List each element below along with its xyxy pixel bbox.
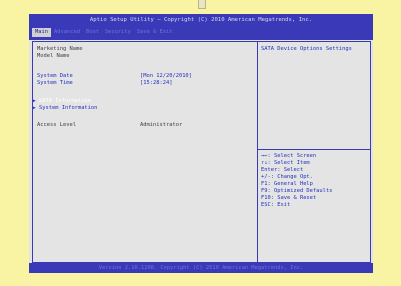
system-date-label: System Date xyxy=(37,73,73,79)
marketing-name-label: Marketing Name xyxy=(37,46,83,52)
help-key-change-opt: +/-: Change Opt. xyxy=(261,174,313,180)
help-key-save-reset: F10: Save & Reset xyxy=(261,195,317,201)
bios-footer: Version 2.10.1208. Copyright (C) 2010 Am… xyxy=(29,263,373,273)
tab-security[interactable]: Security xyxy=(102,28,134,37)
footer-version-text: Version 2.10.1208. Copyright (C) 2010 Am… xyxy=(98,265,304,271)
settings-panel: Marketing Name Model Name System Date [M… xyxy=(32,41,258,263)
help-panel: SATA Device Options Settings →←: Select … xyxy=(257,41,371,263)
access-level-value: Administrator xyxy=(140,122,183,128)
sata-information-item[interactable]: SATA Information xyxy=(39,98,91,105)
help-description: SATA Device Options Settings xyxy=(261,46,352,52)
system-information-item[interactable]: System Information xyxy=(39,105,97,112)
tab-advanced[interactable]: Advanced xyxy=(51,28,83,37)
model-name-label: Model Name xyxy=(37,53,70,59)
content-area: Marketing Name Model Name System Date [M… xyxy=(29,40,373,273)
help-divider xyxy=(258,149,370,150)
help-key-general-help: F1: General Help xyxy=(261,181,313,187)
bios-screen: Aptio Setup Utility – Copyright (C) 2010… xyxy=(29,14,373,273)
system-date-value[interactable]: [Mon 12/20/2010] xyxy=(140,73,192,80)
help-key-exit: ESC: Exit xyxy=(261,202,291,208)
tab-save-exit[interactable]: Save & Exit xyxy=(134,28,176,37)
menu-tabs: Main Advanced Boot Security Save & Exit xyxy=(32,28,176,37)
tab-main[interactable]: Main xyxy=(32,28,51,37)
submenu-arrow-icon: ▶ xyxy=(33,106,36,111)
tab-boot[interactable]: Boot xyxy=(83,28,102,37)
bios-header: Aptio Setup Utility – Copyright (C) 2010… xyxy=(29,14,373,40)
help-key-enter: Enter: Select xyxy=(261,167,304,173)
help-key-select-item: ↑↓: Select Item xyxy=(261,160,310,166)
window-top-tab xyxy=(198,0,206,9)
help-key-optimized-defaults: F9: Optimized Defaults xyxy=(261,188,333,194)
help-key-select-screen: →←: Select Screen xyxy=(261,153,317,159)
system-time-value[interactable]: [15:28:24] xyxy=(140,80,172,87)
header-title: Aptio Setup Utility – Copyright (C) 2010… xyxy=(89,17,313,23)
access-level-label: Access Level xyxy=(37,122,76,128)
system-time-label: System Time xyxy=(37,80,73,86)
submenu-arrow-icon: ▶ xyxy=(33,99,36,104)
